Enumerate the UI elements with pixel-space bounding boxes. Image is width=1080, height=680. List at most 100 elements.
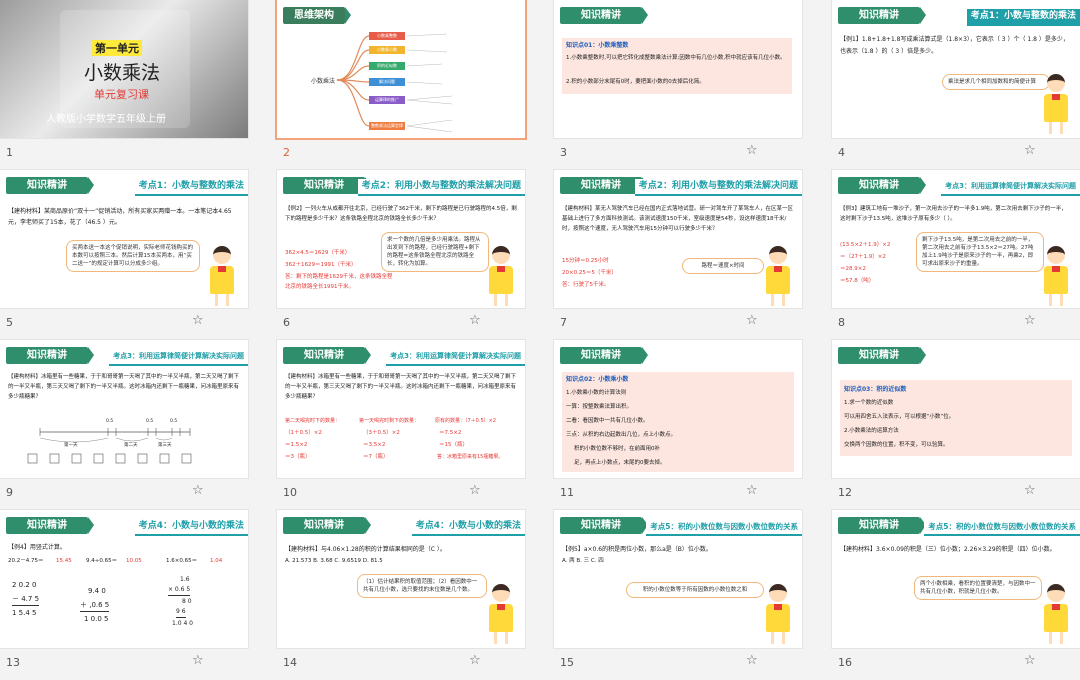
slide-content: 知识精讲 知识点02：小数乘小数 1.小数乘小数的计算法则 一算：按整数乘法算出… [554, 340, 802, 478]
answer-line: 答：行驶了5千米。 [562, 282, 610, 288]
slide-thumbnail-3[interactable]: 知识精讲 知识点01：小数乘整数 1.小数乘整数时,可以把它转化成整数乘法计算;… [554, 0, 802, 170]
star-icon[interactable]: ☆ [469, 313, 481, 328]
girl-illustration [204, 244, 240, 306]
answer-line: 答：剩下的路程是1629千米，这条铁路全程北京的铁路全长1991千米。 [285, 274, 393, 290]
hint-bubble: （1）估计结果积的取值范围；（2）看因数中一共有几位小数，选只要找的末位数是几个… [357, 574, 487, 598]
hint-bubble: 路程＝速度×时间 [682, 258, 764, 274]
slide-topic: 考点1：小数与整数的乘法 [134, 179, 248, 196]
answer-options: A. 21.573 B. 3.68 C. 9.6519 D. 81.5 [285, 558, 383, 564]
slide-thumbnail-11[interactable]: 知识精讲 知识点02：小数乘小数 1.小数乘小数的计算法则 一算：按整数乘法算出… [554, 340, 802, 510]
hint-bubble: 求一个数的几倍是多少用乘法。路程从出发到下的路程，已经行驶路程+剩下的路程=这条… [381, 232, 489, 272]
hint-bubble: 乘法是求几个相同加数和的简便计算 [942, 74, 1050, 90]
slide-thumbnail-8[interactable]: 知识精讲 考点3：利用运算律简便计算解决实际问题 【例3】建筑工地有一堆沙子，第… [832, 170, 1080, 340]
slide-header: 知识精讲 [560, 517, 648, 534]
star-icon[interactable]: ☆ [746, 313, 758, 328]
calc-line: ＝7.5×2 [439, 430, 462, 436]
question-text: 【例3】建筑工地有一堆沙子，第一次用去沙子的一半多1.9吨，第二次用去剩下沙子的… [840, 206, 1067, 222]
slide-thumbnail-14[interactable]: 知识精讲 考点4：小数与小数的乘法 【建构材料】与4.06×1.28的积的计算结… [277, 510, 525, 680]
equation: 1.6×0.65＝ [166, 558, 198, 564]
answer-line: 362×4.5＝1629（千米） [285, 250, 351, 256]
question-text: 【例1】1.8+1.8+1.8写成乘法算式是（1.8×3），它表示（ 3 ）个（… [840, 36, 1069, 55]
star-icon[interactable]: ☆ [469, 483, 481, 498]
slide-topic: 考点5：积的小数位数与因数小数位数的关系 [646, 519, 802, 536]
slide-number: 7 [560, 316, 567, 329]
slide-topic: 考点5：积的小数位数与因数小数位数的关系 [924, 519, 1080, 536]
slide-thumbnail-10[interactable]: 知识精讲 考点3：利用运算律简便计算解决实际问题 【建构材料】冰箱里有一些糖果，… [277, 340, 525, 510]
slide-number: 11 [560, 486, 574, 499]
knowledge-point: 知识点03：积的近似数 [844, 386, 907, 393]
segment-mark: 0.5 [170, 419, 178, 424]
slide-thumbnail-1[interactable]: 第一单元 小数乘法 单元复习课 人教版小学数学五年级上册 1 [0, 0, 248, 170]
equation-answer: 1.04 [210, 558, 223, 564]
mindmap-node: 小数乘小数 [369, 46, 405, 54]
star-icon[interactable]: ☆ [1024, 483, 1036, 498]
slide-topic: 考点2：利用小数与整数的乘法解决问题 [357, 179, 525, 196]
slide-topic: 考点3：利用运算律简便计算解决实际问题 [941, 179, 1080, 196]
girl-illustration [1038, 72, 1074, 134]
slide-thumbnail-9[interactable]: 知识精讲 考点3：利用运算律简便计算解决实际问题 【建构材料】冰箱里有一些糖果，… [0, 340, 248, 510]
star-icon[interactable]: ☆ [1024, 143, 1036, 158]
hint-bubble: 积的小数位数等于所有因数的小数位数之和 [626, 582, 764, 598]
slide-content: 知识精讲 考点2：利用小数与整数的乘法解决问题 【建构材料】某无人驾驶汽车已经在… [554, 170, 802, 308]
hint-bubble: 两个小数相乘，看积的位置要清楚，与因数中一共有几位小数，积就是几位小数。 [914, 576, 1042, 600]
girl-illustration [760, 244, 796, 306]
question-text: 【例4】用竖式计算。 [8, 544, 66, 551]
slide-thumbnail-2[interactable]: 思维架构 小数乘法 小数乘整数 小数乘小数 积的近似数 解决问题 运算律的推广 … [277, 0, 525, 170]
star-icon[interactable]: ☆ [192, 313, 204, 328]
girl-illustration [483, 244, 519, 306]
star-icon[interactable]: ☆ [192, 653, 204, 668]
slide-header: 知识精讲 [838, 177, 926, 194]
slide-number: 5 [6, 316, 13, 329]
unit-label: 第一单元 [92, 40, 142, 56]
calc-line: 第一天喝完时剩下的数量： [359, 418, 420, 424]
star-icon[interactable]: ☆ [1024, 653, 1036, 668]
slide-header: 知识精讲 [560, 7, 648, 24]
slide-number: 16 [838, 656, 852, 669]
slide-number: 9 [6, 486, 13, 499]
slide-header: 知识精讲 [283, 347, 371, 364]
slide-content: 知识精讲 考点1：小数与整数的乘法 【建构材料】某商品原价“双十一”促销活动，所… [0, 170, 248, 308]
content-line: 三点：从积的右边起数出几位，点上小数点。 [566, 432, 677, 438]
slide-header: 知识精讲 [6, 177, 94, 194]
slide-thumbnail-6[interactable]: 知识精讲 考点2：利用小数与整数的乘法解决问题 【例2】一列火车从成都开往北京，… [277, 170, 525, 340]
slide-thumbnail-5[interactable]: 知识精讲 考点1：小数与整数的乘法 【建构材料】某商品原价“双十一”促销活动，所… [0, 170, 248, 340]
slide-thumbnail-7[interactable]: 知识精讲 考点2：利用小数与整数的乘法解决问题 【建构材料】某无人驾驶汽车已经在… [554, 170, 802, 340]
equation-answer: 10.05 [126, 558, 142, 564]
star-icon[interactable]: ☆ [746, 483, 758, 498]
vertical-calc: ＋ ,0.6 5 [80, 600, 110, 612]
question-text: 【建构材料】某无人驾驶汽车已经在国内正式落地试营。研一对驾车开了某驾车人，在区某… [562, 206, 794, 232]
vertical-calc: 2 0.2 0 [12, 581, 37, 589]
star-icon[interactable]: ☆ [746, 143, 758, 158]
star-icon[interactable]: ☆ [746, 653, 758, 668]
slide-number: 8 [838, 316, 845, 329]
line-segment-diagram [27, 428, 192, 464]
slide-topic: 考点1：小数与整数的乘法 [966, 9, 1080, 26]
knowledge-point: 知识点02：小数乘小数 [566, 376, 629, 383]
slide-thumbnail-12[interactable]: 知识精讲 知识点03：积的近似数 1.求一个数的近似数 可以用四舍五入法表示，可… [832, 340, 1080, 510]
segment-label: 第三天 [158, 443, 172, 448]
hint-bubble: 买两本送一本这个促销说明，实际老师花钱购买的本数可以按照三本。然后计算15本买两… [66, 240, 200, 272]
slide-thumbnail-4[interactable]: 知识精讲 考点1：小数与整数的乘法 【例1】1.8+1.8+1.8写成乘法算式是… [832, 0, 1080, 170]
girl-illustration [1038, 582, 1074, 644]
slide-content: 知识精讲 考点3：利用运算律简便计算解决实际问题 【建构材料】冰箱里有一些糖果，… [277, 340, 525, 478]
content-line: 交换两个因数的位置，积不变，可以验算。 [844, 442, 949, 448]
slide-thumbnail-13[interactable]: 知识精讲 考点4：小数与小数的乘法 【例4】用竖式计算。 20.2－4.75＝ … [0, 510, 248, 680]
slide-header: 知识精讲 [560, 347, 648, 364]
mindmap-node: 小数乘整数 [369, 32, 405, 40]
slide-thumbnail-16[interactable]: 知识精讲 考点5：积的小数位数与因数小数位数的关系 【建构材料】3.6×0.09… [832, 510, 1080, 680]
vertical-calc: 9 6 [176, 606, 186, 618]
slide-thumbnail-15[interactable]: 知识精讲 考点5：积的小数位数与因数小数位数的关系 【例5】a×0.6的积是两位… [554, 510, 802, 680]
star-icon[interactable]: ☆ [469, 653, 481, 668]
vertical-calc: 1.0 4 0 [172, 620, 193, 627]
content-line: 二看：看因数中一共有几位小数。 [566, 418, 649, 424]
slide-content: 知识精讲 知识点01：小数乘整数 1.小数乘整数时,可以把它转化成整数乘法计算;… [554, 0, 802, 138]
slide-content: 知识精讲 知识点03：积的近似数 1.求一个数的近似数 可以用四舍五入法表示，可… [832, 340, 1080, 478]
star-icon[interactable]: ☆ [192, 483, 204, 498]
calc-line: ＝3（瓶） [285, 454, 311, 460]
slide-topic: 考点3：利用运算律简便计算解决实际问题 [386, 349, 525, 366]
content-line: 足，再点上小数点，末尾的0要去掉。 [574, 460, 666, 466]
cover-publisher: 人教版小学数学五年级上册 [46, 114, 166, 125]
slide-sorter-grid: 第一单元 小数乘法 单元复习课 人教版小学数学五年级上册 1 思维架构 小数乘法… [0, 0, 1080, 669]
star-icon[interactable]: ☆ [1024, 313, 1036, 328]
girl-illustration [1038, 244, 1074, 306]
